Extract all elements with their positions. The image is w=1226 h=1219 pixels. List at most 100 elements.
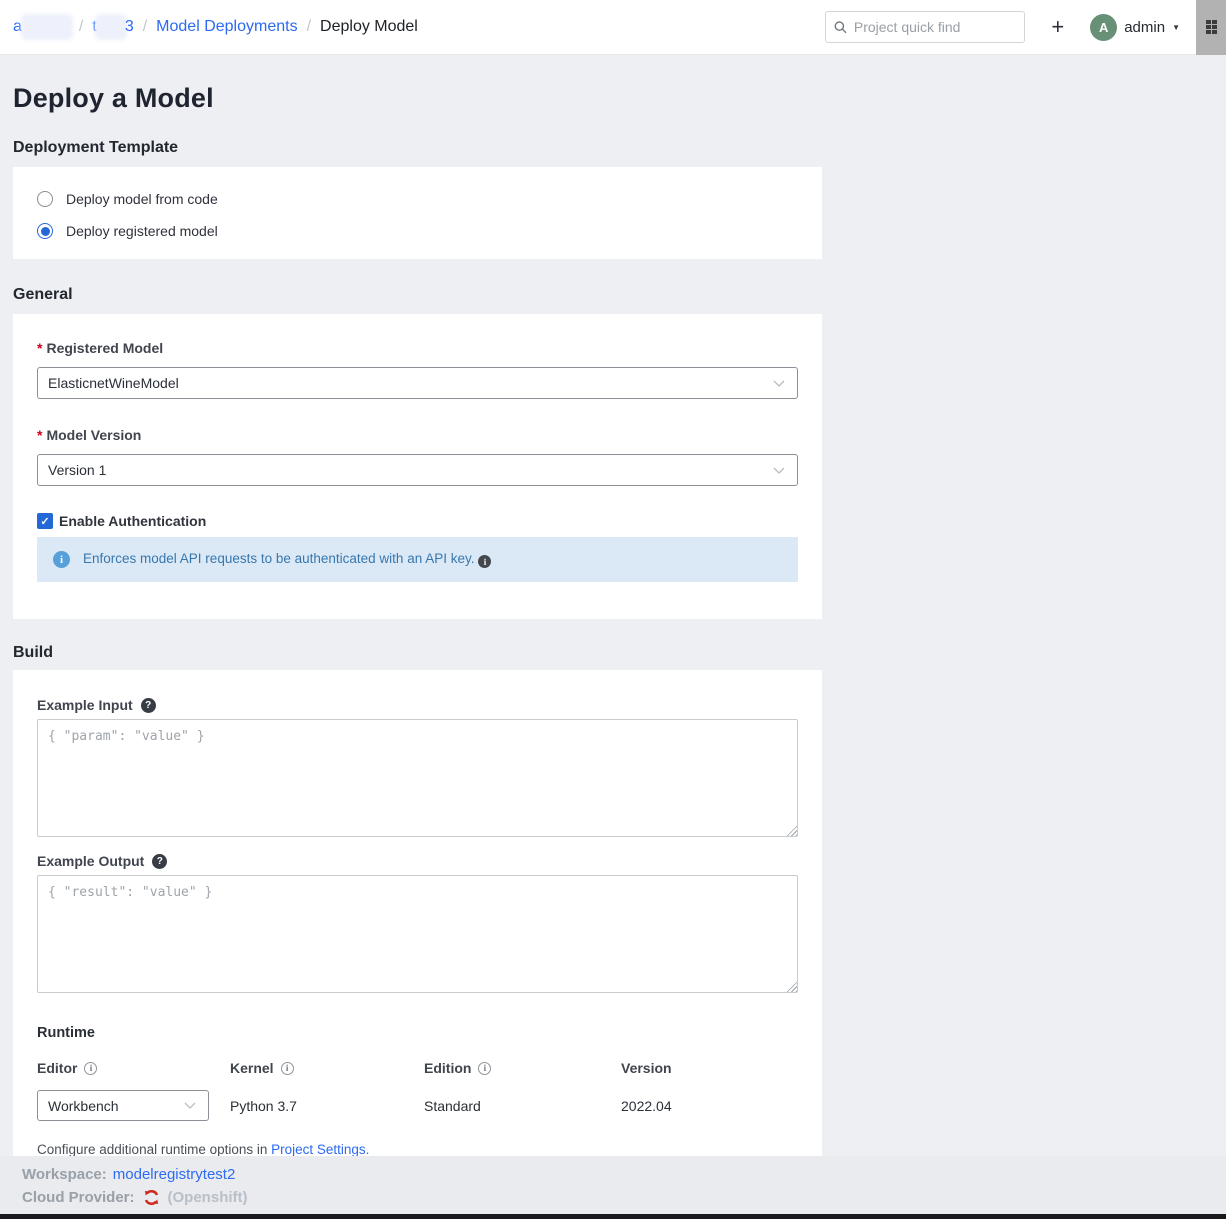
breadcrumb-model-deployments[interactable]: Model Deployments	[156, 18, 297, 36]
chevron-down-icon: ▼	[1172, 23, 1180, 32]
required-indicator: *	[37, 340, 42, 356]
info-icon[interactable]: i	[84, 1062, 97, 1075]
radio-icon-unselected	[37, 191, 53, 207]
radio-label: Deploy model from code	[66, 191, 218, 207]
version-label: Version	[621, 1060, 798, 1076]
help-icon[interactable]: ?	[141, 698, 156, 713]
breadcrumb-project-text-suffix: 3	[125, 18, 134, 36]
redacted-text	[24, 17, 70, 37]
checkbox-checked-icon: ✓	[37, 513, 53, 529]
label-text: Registered Model	[46, 340, 163, 356]
example-input-wrap	[37, 719, 798, 837]
edition-label: Edition i	[424, 1060, 621, 1076]
runtime-values-row: Workbench Python 3.7 Standard 2022.04	[37, 1090, 798, 1121]
radio-label: Deploy registered model	[66, 223, 218, 239]
kernel-label: Kerneli	[230, 1060, 424, 1076]
example-output-textarea[interactable]	[37, 875, 798, 993]
breadcrumb-current-page: Deploy Model	[320, 18, 418, 36]
label-text: Model Version	[46, 427, 141, 443]
top-nav: a / t3 / Model Deployments / Deploy Mode…	[0, 0, 1226, 55]
required-indicator: *	[37, 427, 42, 443]
radio-deploy-registered-model[interactable]: Deploy registered model	[37, 221, 798, 241]
cloud-provider-value: (Openshift)	[168, 1189, 248, 1206]
app-switcher-strip	[1196, 0, 1226, 55]
model-version-label: *Model Version	[37, 427, 798, 444]
banner-text: Enforces model API requests to be authen…	[83, 551, 491, 569]
version-value: 2022.04	[621, 1098, 798, 1114]
project-quick-find	[825, 11, 1025, 43]
banner-text-content: Enforces model API requests to be authen…	[83, 551, 474, 566]
edition-value: Standard	[424, 1098, 621, 1114]
label-text: Version	[621, 1060, 672, 1076]
nav-right-controls: + A admin ▼	[825, 0, 1226, 54]
selected-value: Version 1	[48, 462, 773, 478]
user-menu[interactable]: A admin ▼	[1090, 14, 1180, 41]
runtime-labels-row: Editori Kerneli Editioni Version	[37, 1060, 798, 1076]
avatar: A	[1090, 14, 1117, 41]
info-icon: i	[53, 551, 70, 568]
chevron-down-icon	[773, 380, 785, 387]
enable-authentication-checkbox[interactable]: ✓ Enable Authentication	[37, 512, 798, 530]
registered-model-select[interactable]: ElasticnetWineModel	[37, 367, 798, 399]
breadcrumb: a / t3 / Model Deployments / Deploy Mode…	[13, 17, 418, 37]
workspace-link[interactable]: modelregistrytest2	[113, 1166, 236, 1183]
cloud-provider-label: Cloud Provider:	[22, 1189, 135, 1206]
editor-label: Editori	[37, 1060, 230, 1076]
deployment-template-card: Deploy model from code Deploy registered…	[13, 167, 822, 259]
info-icon[interactable]: i	[478, 1062, 491, 1075]
search-icon	[834, 20, 847, 34]
auth-info-banner: i Enforces model API requests to be auth…	[37, 537, 798, 582]
example-output-label-row: Example Output ?	[37, 853, 798, 870]
breadcrumb-project-owner[interactable]: a	[13, 17, 70, 37]
openshift-icon	[143, 1189, 160, 1206]
section-heading-deployment-template: Deployment Template	[13, 138, 1226, 158]
breadcrumb-owner-text: a	[13, 18, 22, 36]
workspace-label: Workspace:	[22, 1166, 107, 1183]
search-input[interactable]	[854, 19, 1017, 35]
kernel-value: Python 3.7	[230, 1098, 424, 1114]
registered-model-label: *Registered Model	[37, 340, 798, 357]
example-input-label: Example Input	[37, 697, 133, 714]
configure-text: Configure additional runtime options in	[37, 1142, 271, 1157]
label-text: Kernel	[230, 1060, 274, 1076]
selected-value: Workbench	[48, 1098, 184, 1114]
info-icon[interactable]: i	[281, 1062, 294, 1075]
workspace-row: Workspace: modelregistrytest2	[22, 1163, 1226, 1186]
user-name: admin	[1124, 19, 1165, 36]
breadcrumb-project-text: t	[92, 18, 96, 36]
example-output-label: Example Output	[37, 853, 144, 870]
app-grid-icon[interactable]	[1206, 20, 1217, 34]
checkbox-label: Enable Authentication	[59, 513, 206, 529]
page-title: Deploy a Model	[13, 82, 1226, 115]
redacted-text	[98, 17, 124, 37]
general-card: *Registered Model ElasticnetWineModel *M…	[13, 314, 822, 619]
runtime-heading: Runtime	[37, 1025, 798, 1041]
configure-runtime-line: Configure additional runtime options in …	[37, 1142, 798, 1157]
chevron-down-icon	[184, 1102, 196, 1109]
page-footer: Workspace: modelregistrytest2 Cloud Prov…	[0, 1156, 1226, 1219]
help-icon[interactable]: ?	[152, 854, 167, 869]
section-heading-general: General	[13, 285, 1226, 305]
label-text: Edition	[424, 1060, 471, 1076]
example-input-textarea[interactable]	[37, 719, 798, 837]
radio-icon-selected	[37, 223, 53, 239]
chevron-down-icon	[773, 467, 785, 474]
example-input-label-row: Example Input ?	[37, 697, 798, 714]
build-card: Example Input ? Example Output ? Runtime…	[13, 670, 822, 1167]
model-version-select[interactable]: Version 1	[37, 454, 798, 486]
breadcrumb-separator: /	[307, 18, 311, 36]
label-text: Editor	[37, 1060, 77, 1076]
bottom-bar	[0, 1214, 1226, 1219]
cloud-provider-row: Cloud Provider: (Openshift)	[22, 1186, 1226, 1209]
create-new-button[interactable]: +	[1051, 16, 1064, 38]
deploy-model-page: Deploy a Model Deployment Template Deplo…	[0, 82, 1226, 1167]
section-heading-build: Build	[13, 643, 1226, 663]
selected-value: ElasticnetWineModel	[48, 375, 773, 391]
breadcrumb-separator: /	[143, 18, 147, 36]
project-settings-link[interactable]: Project Settings.	[271, 1142, 369, 1157]
editor-select[interactable]: Workbench	[37, 1090, 209, 1121]
info-tooltip-icon[interactable]: i	[478, 555, 491, 568]
radio-deploy-from-code[interactable]: Deploy model from code	[37, 189, 798, 209]
breadcrumb-project-name[interactable]: t3	[92, 17, 133, 37]
breadcrumb-separator: /	[79, 18, 83, 36]
